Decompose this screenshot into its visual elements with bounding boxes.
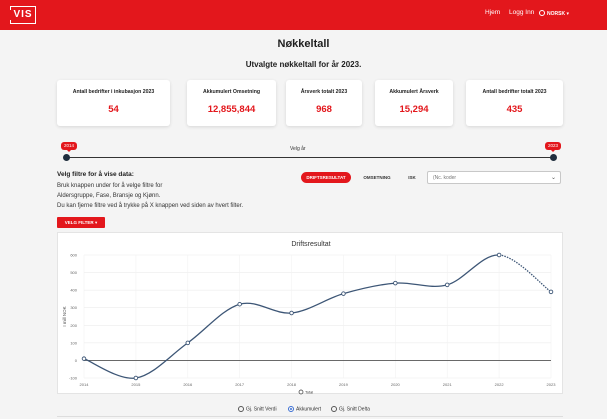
year-slider-end-label: 2023: [545, 142, 562, 152]
radio-label: Gj. Snitt Verdi: [246, 406, 277, 413]
y-tick-label: 300: [70, 305, 77, 310]
y-tick-label: 100: [70, 340, 77, 345]
language-selector[interactable]: NORSK ▾: [539, 10, 569, 17]
data-point: [341, 291, 346, 296]
nace-code-select[interactable]: (Nc. koder ⌄: [427, 171, 561, 184]
chevron-down-icon: ▾: [94, 220, 98, 225]
divider: [57, 416, 563, 417]
radio-accumulated[interactable]: Akkumulert: [288, 406, 321, 413]
kpi-label: Akkumulert Årsverk: [389, 89, 439, 95]
x-tick-label: 2017: [235, 382, 245, 387]
kpi-label: Akkumulert Omsetning: [202, 89, 261, 95]
nav-login-link[interactable]: Logg Inn: [509, 9, 534, 16]
kpi-card-companies-total: Antall bedrifter totalt 2023 435: [466, 80, 563, 126]
filter-instruction-line: Du kan fjerne filtre ved å trykke på X k…: [57, 203, 244, 209]
kpi-value: 54: [108, 104, 119, 115]
x-tick-label: 2020: [391, 382, 401, 387]
kpi-card-accumulated-revenue: Akkumulert Omsetning 12,855,844: [187, 80, 276, 126]
y-axis-label: I mill NOK: [62, 306, 67, 326]
year-slider-end-handle[interactable]: [550, 154, 557, 161]
y-tick-label: 0: [75, 358, 78, 363]
filter-title: Velg filtre for å vise data:: [57, 171, 134, 178]
top-bar: VIS Hjem Logg Inn NORSK ▾: [0, 0, 607, 30]
tab-revenue[interactable]: OMSETNING: [358, 172, 396, 183]
radio-button[interactable]: [238, 406, 244, 412]
kpi-value: 435: [506, 104, 523, 115]
y-tick-label: 400: [70, 288, 77, 293]
x-tick-label: 2019: [339, 382, 349, 387]
nace-select-placeholder: (Nc. koder: [433, 175, 457, 181]
data-point: [393, 280, 398, 286]
year-slider-start-label: 2014: [61, 142, 78, 152]
chart-svg: Driftsresultat -100 0 100 200 300 400 500 600 201…: [62, 241, 557, 395]
operating-result-chart: Driftsresultat -100 0 100 200 300 400 500 600 201…: [57, 232, 563, 395]
x-tick-label: 2018: [287, 382, 297, 387]
chart-title: Driftsresultat: [291, 241, 330, 248]
radio-button-selected[interactable]: [288, 406, 294, 412]
vis-logo[interactable]: VIS: [10, 6, 36, 24]
y-tick-label: 600: [70, 253, 77, 258]
legend-label: Total: [305, 391, 313, 395]
kpi-card-companies-incubation: Antall bedrifter i inkubasjon 2023 54: [57, 80, 170, 126]
kpi-card-accumulated-fte: Akkumulert Årsverk 15,294: [375, 80, 453, 126]
data-point: [444, 282, 450, 288]
kpi-value: 968: [316, 104, 332, 115]
page-title: Nøkkeltall: [277, 38, 330, 50]
x-tick-label: 2016: [183, 382, 193, 387]
choose-filter-button[interactable]: VELG FILTER ▾: [57, 217, 105, 228]
data-point: [289, 310, 294, 316]
language-label: NORSK: [547, 11, 566, 17]
kpi-value: 12,855,844: [207, 104, 256, 115]
y-tick-label: 500: [70, 270, 77, 275]
globe-icon: [539, 10, 545, 16]
year-slider-track[interactable]: [66, 157, 554, 158]
data-point: [185, 340, 191, 346]
x-tick-label: 2015: [131, 382, 141, 387]
data-point: [496, 252, 502, 258]
filter-instruction-line: Bruk knappen under for å velge filtre fo…: [57, 183, 163, 189]
choose-filter-label: VELG FILTER: [64, 220, 94, 225]
filter-instruction-line: Aldersgruppe, Fase, Bransje og Kjønn.: [57, 193, 161, 199]
kpi-label: Antall bedrifter totalt 2023: [482, 89, 547, 95]
nav-home-link[interactable]: Hjem: [485, 9, 500, 16]
radio-avg-value[interactable]: Gj. Snitt Verdi: [238, 406, 277, 413]
radio-label: Akkumulert: [296, 406, 322, 413]
data-point: [133, 375, 139, 381]
x-tick-label: 2022: [495, 382, 505, 387]
tab-isk[interactable]: ISK: [404, 172, 420, 183]
legend-marker: [298, 389, 304, 395]
x-tick-label: 2023: [547, 382, 557, 387]
x-tick-label: 2014: [80, 382, 90, 387]
kpi-label: Årsverk totalt 2023: [300, 89, 348, 95]
radio-label: Gj. Snitt Delta: [339, 406, 370, 413]
year-slider-label: Velg år: [290, 146, 306, 152]
page-subtitle: Utvalgte nøkkeltall for år 2023.: [245, 60, 362, 69]
tab-operating-result[interactable]: DRIFTSRESULTAT: [301, 172, 351, 183]
series-line-projected: [499, 254, 552, 293]
kpi-value: 15,294: [399, 104, 429, 115]
radio-avg-delta[interactable]: Gj. Snitt Delta: [331, 406, 370, 413]
data-point: [81, 356, 87, 361]
chevron-down-icon: ⌄: [550, 175, 556, 181]
radio-button[interactable]: [331, 406, 337, 412]
kpi-label: Antall bedrifter i inkubasjon 2023: [72, 89, 155, 95]
data-point: [237, 301, 242, 307]
y-tick-label: 200: [70, 323, 77, 328]
y-tick-label: -100: [69, 376, 78, 381]
data-point: [548, 289, 554, 295]
x-tick-label: 2021: [443, 382, 453, 387]
kpi-card-fte-total: Årsverk totalt 2023 968: [286, 80, 362, 126]
year-slider-start-handle[interactable]: [63, 154, 70, 161]
